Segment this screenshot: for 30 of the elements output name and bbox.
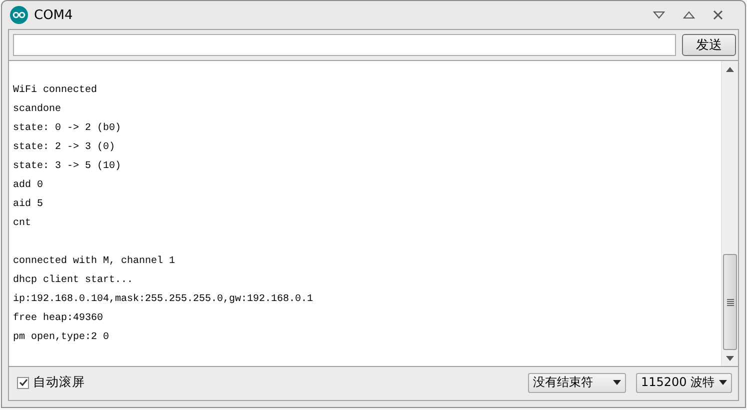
caret-icon	[613, 380, 621, 385]
log-line: connected with M, channel 1	[13, 254, 176, 269]
log-line: cnt	[13, 217, 32, 231]
send-button[interactable]: 发送	[682, 34, 736, 56]
dropdown-icon[interactable]	[653, 11, 665, 19]
log-line: state: 0 -> 2 (b0)	[13, 122, 122, 136]
log-line: state: 3 -> 5 (10)	[13, 160, 122, 174]
scroll-up-icon[interactable]	[726, 66, 734, 72]
log-line: aid 5	[13, 198, 44, 212]
checkbox-label: 自动滚屏	[33, 374, 85, 391]
log-line: scandone	[13, 102, 62, 117]
caret-icon	[719, 380, 727, 385]
autoscroll-checkbox[interactable]	[17, 376, 29, 388]
log-line: free heap:49360	[13, 312, 104, 326]
line-ending-dropdown[interactable]: 没有结束符	[528, 372, 626, 392]
log-line: ip:192.168.0.104,mask:255.255.255.0,gw:192.168.0.1	[13, 292, 314, 307]
window-title: COM4	[34, 8, 73, 22]
log-line: pm open,type:2 0	[13, 331, 110, 345]
app-logo-icon	[10, 6, 28, 24]
maximize-icon[interactable]	[683, 11, 695, 19]
log-line: dhcp client start...	[13, 274, 134, 288]
scroll-down-icon[interactable]	[726, 356, 734, 360]
log-line: state: 2 -> 3 (0)	[13, 140, 116, 155]
log-line: add 0	[13, 178, 44, 193]
close-icon[interactable]	[713, 10, 723, 20]
baud-rate-dropdown[interactable]: 115200 波特	[636, 372, 732, 392]
log-line: WiFi connected	[13, 84, 98, 98]
input-field[interactable]	[13, 34, 676, 56]
grip-icon	[726, 298, 734, 306]
scrollbar-thumb[interactable]	[723, 254, 737, 350]
